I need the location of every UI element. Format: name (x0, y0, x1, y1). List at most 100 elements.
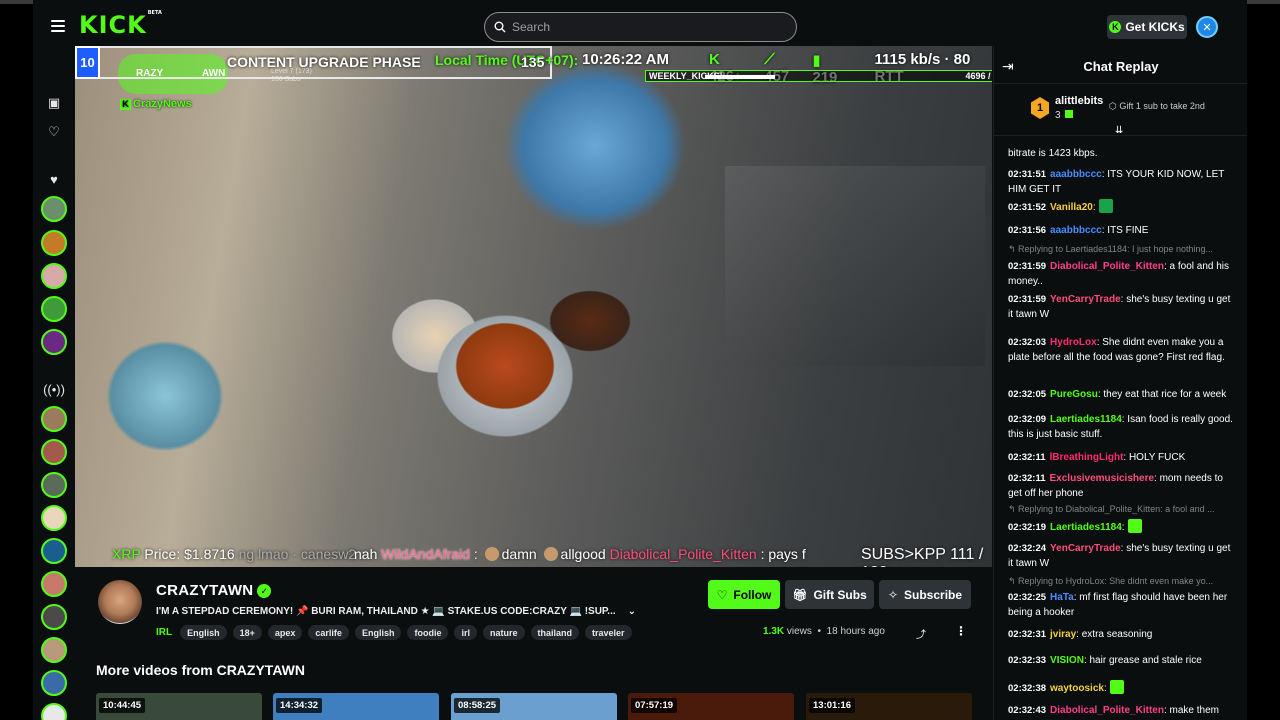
overlay-counter: 10 (75, 46, 100, 79)
chat-message[interactable]: 02:32:05 PureGosu: they eat that rice for… (1008, 387, 1234, 402)
top-nav: KICKBETA KGet KICKs ✕ (33, 5, 1247, 46)
kick-logo[interactable]: KICKBETA (79, 10, 162, 39)
chat-message[interactable]: 02:32:25 HaTa: mf first flag should have … (1008, 590, 1234, 620)
get-kicks-button[interactable]: K Get KICKs (1107, 15, 1187, 39)
weekly-kicks-fill (705, 75, 775, 79)
chat-username[interactable]: PureGosu (1050, 389, 1098, 400)
chat-username[interactable]: aaabbbccc (1050, 225, 1102, 236)
chat-username[interactable]: Vanilla20 (1050, 202, 1093, 213)
video-thumbnail[interactable]: 07:57:19 (628, 693, 794, 720)
followed-channel-avatar[interactable] (41, 329, 67, 355)
chat-message[interactable]: 02:31:51 aaabbbccc: ITS YOUR KID NOW, LET… (1008, 167, 1234, 197)
chat-username[interactable]: Diabolical_Polite_Kitten (1050, 705, 1164, 716)
tag-chip[interactable]: English (354, 625, 402, 640)
more-options-icon[interactable]: ⋮ (955, 624, 967, 638)
timestamp: 02:31:52 (1008, 202, 1047, 213)
video-thumbnail[interactable]: 10:44:45 (96, 693, 262, 720)
chat-message[interactable]: 02:32:24 YenCarryTrade: she's busy textin… (1008, 541, 1234, 571)
chat-username[interactable]: aaabbbccc (1050, 169, 1102, 180)
channel-avatar[interactable] (41, 703, 67, 720)
browse-icon[interactable]: ▣ (46, 95, 62, 111)
chat-username[interactable]: lBreathingLight (1050, 452, 1124, 463)
menu-icon[interactable] (51, 20, 65, 32)
share-icon[interactable]: ⤴ (916, 626, 926, 641)
favorites-heart-icon[interactable]: ♥ (46, 171, 62, 187)
chat-message[interactable]: 02:32:43 Diabolical_Polite_Kitten: make t… (1008, 703, 1234, 718)
chat-message[interactable]: 02:31:56 aaabbbccc: ITS FINE (1008, 223, 1234, 238)
channel-avatar[interactable] (41, 472, 67, 498)
chat-message[interactable]: 02:32:33 VISION: hair grease and stale ri… (1008, 653, 1234, 668)
tag-chip[interactable]: apex (267, 625, 303, 640)
phase-title: CONTENT UPGRADE PHASE (227, 54, 421, 70)
chat-message[interactable]: 02:31:52 Vanilla20: (1008, 199, 1234, 215)
video-thumbnail[interactable]: 13:01:16 (806, 693, 972, 720)
chevron-down-icon[interactable]: ⌄ (628, 606, 636, 617)
channel-info: CRAZYTAWN ✓ I'M A STEPDAD CEREMONY! 📌 BUR… (75, 575, 992, 665)
gift-subs-button[interactable]: 🎁︎ Gift Subs (785, 580, 874, 609)
channel-name[interactable]: CRAZYTAWN ✓ (156, 582, 272, 599)
followed-channel-avatar[interactable] (41, 296, 67, 322)
tag-chip[interactable]: traveler (585, 625, 632, 640)
chat-text: bitrate is 1423 kbps. (1008, 148, 1098, 159)
video-duration: 08:58:25 (454, 698, 501, 713)
chat-username[interactable]: VISION (1050, 655, 1084, 666)
emote-icon (484, 547, 499, 561)
chat-text: : HOLY FUCK (1123, 452, 1186, 463)
user-avatar[interactable]: ✕ (1196, 16, 1218, 38)
followed-channel-avatar[interactable] (41, 196, 67, 222)
video-player[interactable]: RAZY AWN Level 7 (173) 136 Subs 10 CONTEN… (75, 46, 992, 567)
chat-username[interactable]: Exclusivemusicishere (1050, 473, 1155, 484)
tag-chip[interactable]: irl (454, 625, 477, 640)
channel-avatar[interactable] (41, 571, 67, 597)
gift-prompt[interactable]: ⬡ Gift 1 sub to take 2nd (1109, 101, 1205, 112)
chat-message[interactable]: 02:32:11 Exclusivemusicishere: mom needs … (1008, 471, 1234, 501)
followed-channel-avatar[interactable] (41, 230, 67, 256)
chat-username[interactable]: jviray (1050, 629, 1076, 640)
video-duration: 07:57:19 (631, 698, 678, 713)
channel-avatar[interactable] (41, 637, 67, 663)
chat-username[interactable]: Laertiades1184 (1050, 522, 1122, 533)
chat-username[interactable]: HaTa (1050, 592, 1074, 603)
search-input[interactable] (512, 20, 762, 34)
chat-username[interactable]: HydroLox (1050, 337, 1097, 348)
chat-message[interactable]: 02:32:09 Laertiades1184: Isan food is rea… (1008, 412, 1234, 442)
chat-message[interactable]: 02:32:11 lBreathingLight: HOLY FUCK (1008, 450, 1234, 465)
chat-message[interactable]: 02:32:03 HydroLox: She didnt even make yo… (1008, 335, 1234, 365)
timestamp: 02:31:51 (1008, 169, 1047, 180)
category-link[interactable]: IRL (156, 627, 172, 638)
chat-username[interactable]: Diabolical_Polite_Kitten (1050, 261, 1164, 272)
channel-avatar[interactable] (41, 670, 67, 696)
channel-avatar[interactable] (41, 505, 67, 531)
subscribe-button[interactable]: ✧ Subscribe (879, 580, 971, 609)
chevron-down-icon[interactable]: ⇊ (1115, 125, 1123, 136)
follow-button[interactable]: ♡ Follow (708, 580, 780, 609)
chat-message[interactable]: 02:31:59 YenCarryTrade: she's busy textin… (1008, 292, 1234, 322)
chat-username[interactable]: Laertiades1184 (1050, 414, 1122, 425)
following-heart-icon[interactable]: ♡ (46, 124, 62, 140)
tag-chip[interactable]: English (180, 625, 227, 640)
followed-channel-avatar[interactable] (41, 263, 67, 289)
channel-avatar[interactable] (41, 604, 67, 630)
chat-message[interactable]: 02:32:19 Laertiades1184: (1008, 519, 1234, 535)
chat-message[interactable]: 02:32:31 jviray: extra seasoning (1008, 627, 1234, 642)
channel-avatar[interactable] (41, 439, 67, 465)
video-thumbnail[interactable]: 14:34:32 (273, 693, 439, 720)
chat-message[interactable]: 02:32:38 waytoosick: (1008, 680, 1234, 696)
search-box[interactable] (484, 12, 797, 42)
pinned-gifter[interactable]: 1 alittlebits 3 ⬡ Gift 1 sub to take 2nd… (994, 84, 1247, 136)
chat-message[interactable]: 02:31:59 Diabolical_Polite_Kitten: a fool… (1008, 259, 1234, 289)
chat-message[interactable]: bitrate is 1423 kbps. (1008, 146, 1234, 161)
channel-avatar[interactable] (41, 406, 67, 432)
tag-chip[interactable]: nature (482, 625, 525, 640)
tag-chip[interactable]: foodie (407, 625, 449, 640)
video-thumbnail[interactable]: 08:58:25 (451, 693, 617, 720)
live-icon[interactable]: ((•)) (43, 381, 65, 397)
channel-avatar[interactable] (98, 580, 142, 624)
tag-chip[interactable]: 18+ (232, 625, 262, 640)
channel-avatar[interactable] (41, 538, 67, 564)
chat-username[interactable]: YenCarryTrade (1050, 294, 1121, 305)
tag-chip[interactable]: thailand (530, 625, 580, 640)
tag-chip[interactable]: carlife (308, 625, 349, 640)
chat-username[interactable]: YenCarryTrade (1050, 543, 1121, 554)
chat-username[interactable]: waytoosick (1050, 683, 1104, 694)
